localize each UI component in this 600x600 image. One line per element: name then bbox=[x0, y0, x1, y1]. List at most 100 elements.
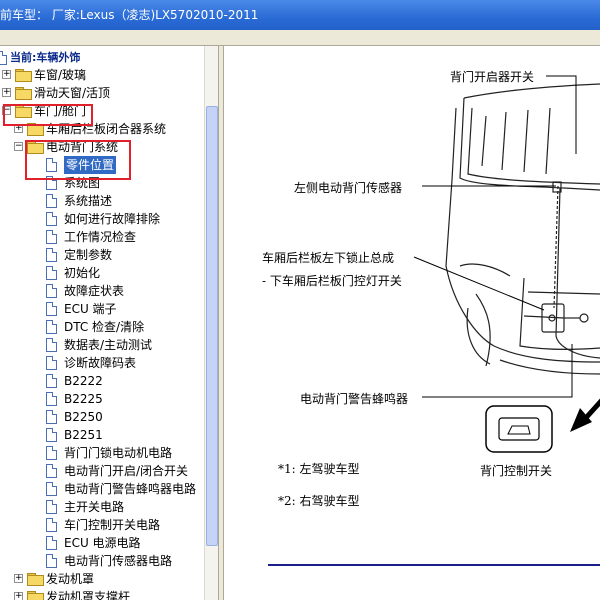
arrow-icon bbox=[570, 398, 600, 432]
expand-icon[interactable]: + bbox=[14, 592, 23, 600]
tree-item[interactable]: 定制参数 bbox=[0, 246, 204, 264]
tree-item[interactable]: B2250 bbox=[0, 408, 204, 426]
tree-item-label: B2251 bbox=[64, 428, 103, 442]
tree-item-label: 背门门锁电动机电路 bbox=[64, 446, 173, 460]
tree-item-label: 如何进行故障排除 bbox=[64, 212, 161, 226]
tree-item[interactable]: 诊断故障码表 bbox=[0, 354, 204, 372]
tree-item-label: 工作情况检查 bbox=[64, 230, 137, 244]
vehicle-outline bbox=[445, 83, 600, 375]
window-title: 前车型： 厂家:Lexus（凌志)LX5702010-2011 bbox=[0, 8, 259, 22]
tree-item[interactable]: + 车窗/玻璃 bbox=[0, 66, 204, 84]
page-icon bbox=[46, 374, 57, 388]
page-icon bbox=[46, 212, 57, 226]
folder-icon bbox=[15, 87, 32, 100]
folder-icon bbox=[27, 573, 44, 586]
tree-item[interactable]: 数据表/主动测试 bbox=[0, 336, 204, 354]
note-left-hand-drive: *1: 左驾驶车型 bbox=[278, 462, 360, 476]
highlight-box-power-back-door bbox=[25, 140, 131, 180]
tree-item-label: B2222 bbox=[64, 374, 103, 388]
tree-item-label: B2250 bbox=[64, 410, 103, 424]
tree-item[interactable]: + 滑动天窗/活顶 bbox=[0, 84, 204, 102]
page-icon bbox=[46, 302, 57, 316]
highlight-box-doors bbox=[3, 104, 93, 126]
page-icon bbox=[46, 464, 57, 478]
label-tailgate-lower-lock-assembly: 车厢后栏板左下锁止总成 bbox=[262, 251, 395, 265]
page-icon bbox=[0, 51, 7, 65]
label-back-door-opener-switch: 背门开启器开关 bbox=[450, 70, 535, 84]
tree-item[interactable]: 电动背门传感器电路 bbox=[0, 552, 204, 570]
expand-icon[interactable]: + bbox=[14, 574, 23, 583]
tree-item-label: 诊断故障码表 bbox=[64, 356, 137, 370]
tree-scrollbar[interactable] bbox=[204, 46, 218, 600]
folder-icon bbox=[15, 69, 32, 82]
tree-item-label: 主开关电路 bbox=[64, 500, 125, 514]
tree-scrollbar-thumb[interactable] bbox=[206, 106, 218, 546]
page-icon bbox=[46, 518, 57, 532]
back-door-control-switch-illustration bbox=[485, 405, 553, 453]
tree-item-label: 数据表/主动测试 bbox=[64, 338, 153, 352]
navigation-tree[interactable]: 当前:车辆外饰 + 车窗/玻璃 + 滑动天窗/活顶 − 车门/舱门 + 车厢后栏板闭合器系统 −… bbox=[0, 46, 218, 600]
page-icon bbox=[46, 248, 57, 262]
page-icon bbox=[46, 410, 57, 424]
page-icon bbox=[46, 392, 57, 406]
tree-item-label: 定制参数 bbox=[64, 248, 113, 262]
tree-item-label: 发动机罩 bbox=[46, 572, 95, 586]
tree-item[interactable]: 主开关电路 bbox=[0, 498, 204, 516]
page-icon bbox=[46, 320, 57, 334]
tree-item[interactable]: + 发动机罩 bbox=[0, 570, 204, 588]
page-icon bbox=[46, 194, 57, 208]
tree-item[interactable]: 电动背门警告蜂鸣器电路 bbox=[0, 480, 204, 498]
tree-item[interactable]: + 发动机罩支撑杆 bbox=[0, 588, 204, 600]
tree-item-label: 电动背门警告蜂鸣器电路 bbox=[64, 482, 197, 496]
expand-icon[interactable]: + bbox=[2, 70, 11, 79]
tree-item[interactable]: 系统描述 bbox=[0, 192, 204, 210]
collapse-icon[interactable]: − bbox=[14, 142, 23, 151]
page-icon bbox=[46, 554, 57, 568]
tree-item-label: 发动机罩支撑杆 bbox=[46, 590, 131, 600]
label-power-back-door-warning-buzzer: 电动背门警告蜂鸣器 bbox=[300, 392, 409, 406]
tree-item[interactable]: ECU 端子 bbox=[0, 300, 204, 318]
expand-icon[interactable]: + bbox=[2, 88, 11, 97]
label-back-door-control-switch: 背门控制开关 bbox=[480, 464, 553, 478]
parts-location-diagram: 背门开启器开关 左侧电动背门传感器 车厢后栏板左下锁止总成 - 下车厢后栏板门控… bbox=[224, 46, 600, 600]
tree-item[interactable]: ECU 电源电路 bbox=[0, 534, 204, 552]
note-right-hand-drive: *2: 右驾驶车型 bbox=[278, 494, 360, 508]
tree-item-label: 系统描述 bbox=[64, 194, 113, 208]
tree-item[interactable]: 电动背门开启/闭合开关 bbox=[0, 462, 204, 480]
tree-item-label: ECU 端子 bbox=[64, 302, 117, 316]
tree-item-label: B2225 bbox=[64, 392, 103, 406]
tree-item[interactable]: 背门门锁电动机电路 bbox=[0, 444, 204, 462]
tree-item[interactable]: 初始化 bbox=[0, 264, 204, 282]
tree-current-label: 当前:车辆外饰 bbox=[10, 51, 81, 64]
tree-item-label: 故障症状表 bbox=[64, 284, 125, 298]
page-icon bbox=[46, 428, 57, 442]
page-icon bbox=[46, 500, 57, 514]
page-icon bbox=[46, 482, 57, 496]
page-icon bbox=[46, 230, 57, 244]
tree-item-label: ECU 电源电路 bbox=[64, 536, 141, 550]
tree-item-label: DTC 检查/清除 bbox=[64, 320, 145, 334]
label-left-power-back-door-sensor: 左侧电动背门传感器 bbox=[294, 181, 403, 195]
tree-item[interactable]: 故障症状表 bbox=[0, 282, 204, 300]
tree-item-label: 车窗/玻璃 bbox=[34, 68, 87, 82]
tree-item[interactable]: 工作情况检查 bbox=[0, 228, 204, 246]
page-icon bbox=[46, 338, 57, 352]
tree-item[interactable]: B2222 bbox=[0, 372, 204, 390]
page-icon bbox=[46, 266, 57, 280]
tree-item[interactable]: 如何进行故障排除 bbox=[0, 210, 204, 228]
toolbar-band bbox=[0, 30, 600, 46]
vehicle-rear-illustration bbox=[268, 75, 600, 566]
tree-item-label: 滑动天窗/活顶 bbox=[34, 86, 111, 100]
tree-item[interactable]: DTC 检查/清除 bbox=[0, 318, 204, 336]
window-title-bar: 前车型： 厂家:Lexus（凌志)LX5702010-2011 bbox=[0, 0, 600, 30]
tree-item-label: 初始化 bbox=[64, 266, 101, 280]
tree-item[interactable]: B2251 bbox=[0, 426, 204, 444]
folder-icon bbox=[27, 591, 44, 600]
page-icon bbox=[46, 356, 57, 370]
tree-item-label: 电动背门开启/闭合开关 bbox=[64, 464, 189, 478]
tree-item-label: 电动背门传感器电路 bbox=[64, 554, 173, 568]
tree-item[interactable]: 车门控制开关电路 bbox=[0, 516, 204, 534]
page-icon bbox=[46, 284, 57, 298]
tree-item-label: 车门控制开关电路 bbox=[64, 518, 161, 532]
tree-item[interactable]: B2225 bbox=[0, 390, 204, 408]
